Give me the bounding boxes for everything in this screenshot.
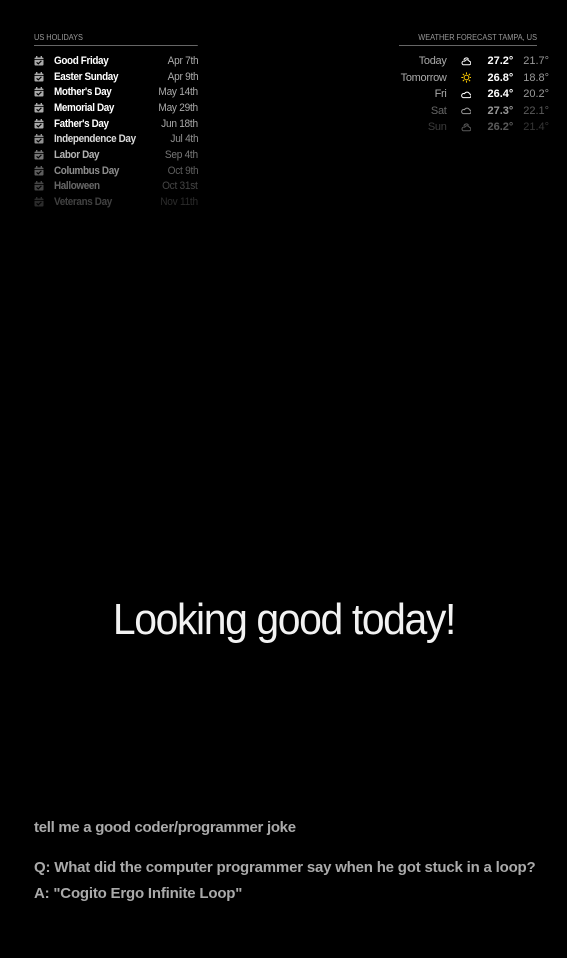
compliment: Looking good today! — [0, 590, 567, 650]
holiday-name: Mother's Day — [54, 86, 112, 99]
holiday-date: Oct 31st — [162, 180, 199, 193]
assistant-module: tell me a good coder/programmer joke Q: … — [34, 818, 554, 910]
holiday-date: Nov 11th — [160, 196, 198, 209]
holiday-row: Columbus Day Oct 9th — [34, 163, 198, 179]
holidays-header: US HOLIDAYS — [34, 33, 198, 46]
holiday-row: Labor Day Sep 4th — [34, 147, 198, 163]
holiday-date: Jun 18th — [161, 117, 198, 130]
holiday-name: Veterans Day — [54, 196, 112, 209]
holiday-name: Easter Sunday — [54, 70, 119, 83]
cloud-icon — [460, 91, 472, 98]
calendar-check-icon — [34, 55, 44, 66]
weather-forecast-module: WEATHER FORECAST TAMPA, US Today 27.2° 21.… — [387, 33, 549, 136]
calendar-check-icon — [34, 181, 44, 191]
forecast-max-temp: 26.8° — [487, 71, 514, 84]
holiday-row: Father's Day Jun 18th — [34, 116, 198, 132]
forecast-min-temp: 21.7° — [523, 55, 550, 68]
holidays-module: US HOLIDAYS Good Friday Apr 7th Easter Sun… — [34, 33, 198, 210]
holiday-name: Memorial Day — [54, 101, 115, 114]
forecast-day: Today — [418, 55, 447, 68]
holiday-name: Father's Day — [54, 117, 109, 130]
cloud-icon — [460, 107, 472, 115]
holiday-row: Independence Day Jul 4th — [34, 131, 198, 147]
holiday-date: Sep 4th — [165, 148, 198, 161]
holiday-date: May 14th — [158, 86, 199, 99]
forecast-min-temp: 21.4° — [523, 121, 550, 134]
holiday-date: Jul 4th — [170, 133, 198, 146]
assistant-query: tell me a good coder/programmer joke — [34, 819, 296, 836]
forecast-max-temp: 27.3° — [487, 104, 514, 117]
calendar-check-icon — [34, 71, 44, 82]
holiday-row: Halloween Oct 31st — [34, 179, 198, 195]
holiday-row: Good Friday Apr 7th — [34, 53, 198, 69]
holiday-row: Easter Sunday Apr 9th — [34, 69, 198, 85]
holiday-name: Good Friday — [54, 54, 109, 67]
assistant-answer-punchline: A: "Cogito Ergo Infinite Loop" — [34, 885, 243, 902]
holiday-name: Columbus Day — [54, 164, 119, 177]
forecast-max-temp: 27.2° — [487, 55, 514, 68]
calendar-check-icon — [34, 87, 44, 97]
forecast-row: Fri 26.4° 20.2° — [387, 86, 549, 103]
sun-icon — [460, 72, 472, 83]
partly-cloudy-icon — [461, 57, 471, 66]
holiday-date: Apr 9th — [167, 70, 198, 83]
compliment-text: Looking good today! — [112, 595, 455, 644]
forecast-row: Sat 27.3° 22.1° — [387, 103, 549, 120]
holiday-name: Labor Day — [54, 148, 100, 161]
calendar-check-icon — [34, 149, 44, 160]
forecast-row: Today 27.2° 21.7° — [387, 53, 549, 70]
holiday-date: Oct 9th — [167, 164, 198, 177]
calendar-check-icon — [34, 118, 44, 129]
forecast-row: Sun 26.2° 21.4° — [387, 119, 549, 136]
holiday-row: Mother's Day May 14th — [34, 84, 198, 100]
forecast-day: Tomorrow — [400, 71, 447, 84]
holiday-name: Halloween — [54, 180, 100, 193]
holiday-name: Independence Day — [54, 133, 136, 146]
partly-cloudy-icon — [461, 123, 471, 132]
forecast-day: Fri — [434, 88, 447, 101]
weather-forecast-list: Today 27.2° 21.7° Tomorrow 26.8° 18.8° Fri 26.4… — [387, 53, 549, 136]
holidays-list: Good Friday Apr 7th Easter Sunday Apr 9th Mo… — [34, 53, 198, 210]
calendar-check-icon — [34, 134, 44, 144]
calendar-check-icon — [34, 165, 44, 176]
forecast-min-temp: 22.1° — [523, 104, 550, 117]
forecast-day: Sat — [430, 104, 447, 117]
holiday-row: Veterans Day Nov 11th — [34, 194, 198, 210]
holiday-date: Apr 7th — [167, 54, 198, 67]
forecast-max-temp: 26.4° — [487, 88, 514, 101]
forecast-day: Sun — [427, 121, 447, 134]
forecast-min-temp: 18.8° — [523, 71, 550, 84]
calendar-check-icon — [34, 102, 44, 113]
calendar-check-icon — [34, 197, 44, 207]
forecast-row: Tomorrow 26.8° 18.8° — [387, 70, 549, 87]
holiday-date: May 29th — [158, 101, 199, 114]
forecast-min-temp: 20.2° — [523, 88, 550, 101]
assistant-answer-question: Q: What did the computer programmer say … — [34, 859, 536, 876]
forecast-max-temp: 26.2° — [487, 121, 514, 134]
holiday-row: Memorial Day May 29th — [34, 100, 198, 116]
weather-header: WEATHER FORECAST TAMPA, US — [399, 33, 537, 46]
